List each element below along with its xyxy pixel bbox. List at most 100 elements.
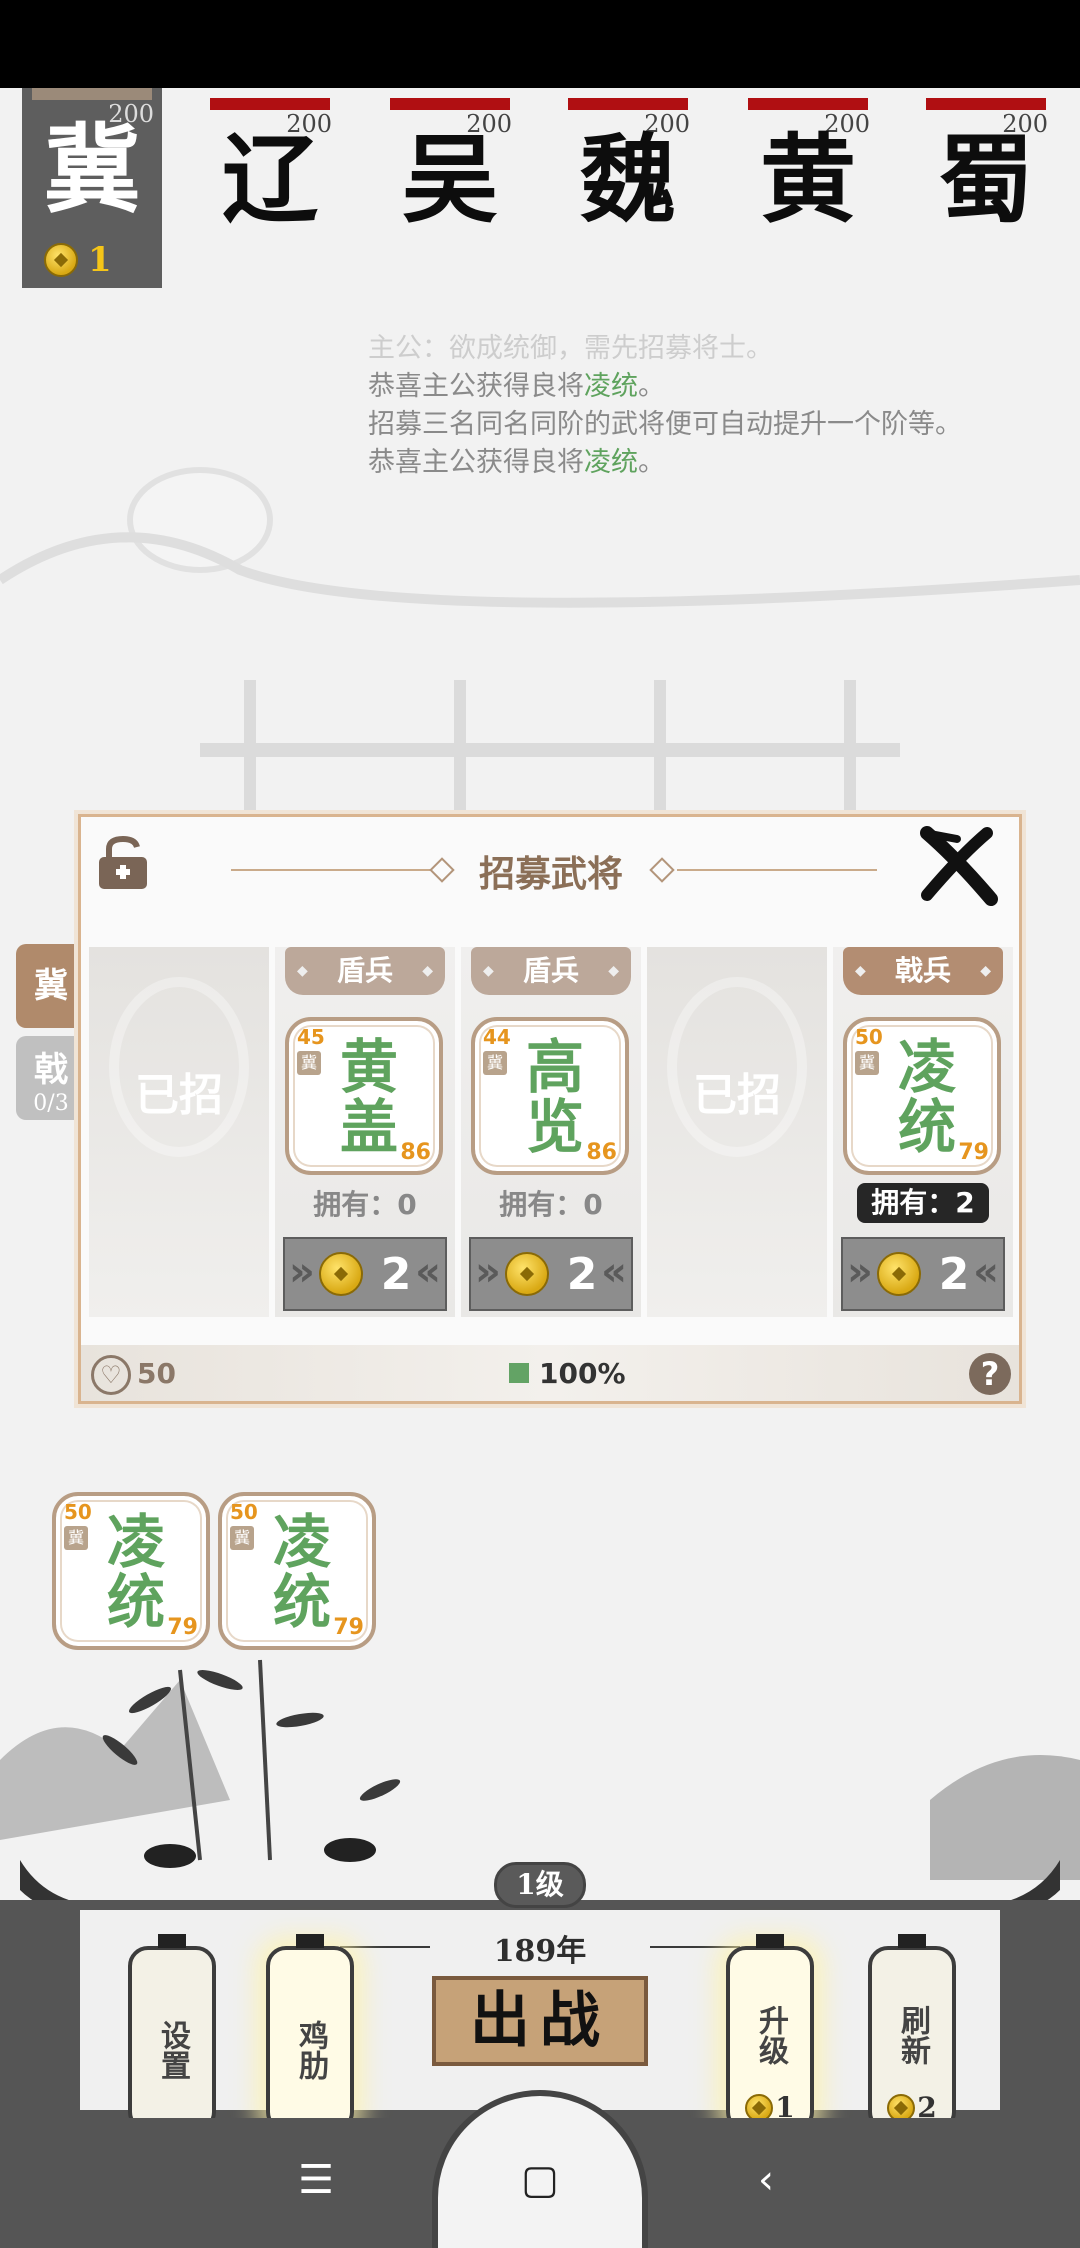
faction-bar: 200 冀 1 200 辽 200 吴 200 魏 200 黄 200 蜀 xyxy=(0,88,1080,298)
general-faction: 冀 xyxy=(855,1051,879,1075)
dialog-header: 招募武将 xyxy=(81,817,1019,937)
faction-tile-wei[interactable]: 200 魏 xyxy=(558,98,698,288)
owned-count: 拥有：2 xyxy=(857,1183,989,1223)
home-icon[interactable]: ▢ xyxy=(510,2150,570,2210)
chicken-rib-button[interactable]: 鸡肋 xyxy=(266,1934,354,2132)
recruit-slot: 盾兵 45 冀 黄盖 86 拥有：0 2 xyxy=(275,947,455,1317)
general-cost: 50 xyxy=(230,1500,258,1524)
upgrade-button[interactable]: 升级 1 xyxy=(726,1934,814,2132)
recruit-button[interactable]: 2 xyxy=(841,1237,1005,1311)
battle-button[interactable]: 出战 xyxy=(432,1976,648,2066)
year-divider xyxy=(340,1946,430,1948)
refresh-button[interactable]: 刷新 2 xyxy=(868,1934,956,2132)
coin-icon xyxy=(318,1252,363,1296)
dialog-title: 招募武将 xyxy=(478,853,623,895)
side-tab-faction[interactable]: 冀 xyxy=(16,944,86,1028)
heart-icon: ♡ xyxy=(91,1355,131,1395)
general-faction: 冀 xyxy=(483,1051,507,1075)
general-name: 凌统 xyxy=(272,1508,331,1636)
title-divider xyxy=(231,869,431,871)
hp-bar xyxy=(390,98,510,110)
recruit-slot-taken: 已招 xyxy=(647,947,827,1317)
owned-count: 拥有：0 xyxy=(313,1188,417,1221)
percent-indicator-icon xyxy=(509,1363,529,1383)
price-value: 2 xyxy=(380,1248,412,1300)
taken-label: 已招 xyxy=(135,1070,223,1121)
general-faction: 冀 xyxy=(64,1526,88,1550)
faction-tile-liao[interactable]: 200 辽 xyxy=(200,98,340,288)
coin-value: 1 xyxy=(88,240,112,280)
chicken-rib-label: 鸡肋 xyxy=(293,2020,328,2080)
general-power: 86 xyxy=(400,1140,431,1165)
general-name: 黄盖 xyxy=(339,1033,398,1161)
general-cost: 45 xyxy=(297,1025,325,1049)
unit-type-banner: 盾兵 xyxy=(471,947,631,995)
hp-bar xyxy=(32,88,152,100)
menu-icon[interactable]: ☰ xyxy=(286,2150,346,2210)
hp-bar xyxy=(748,98,868,110)
faction-tile-huang[interactable]: 200 黄 xyxy=(738,98,878,288)
message-log: 主公：欲成统御，需先招募将士。 恭喜主公获得良将凌统。 招募三名同名同阶的武将便… xyxy=(368,330,1068,482)
general-cost: 44 xyxy=(483,1025,511,1049)
faction-name: 魏 xyxy=(580,123,676,236)
faction-tile-wu[interactable]: 200 吴 xyxy=(380,98,520,288)
log-line: 恭喜主公获得良将凌统。 xyxy=(368,447,665,478)
coin-icon xyxy=(44,243,78,277)
coin-count: 1 xyxy=(44,240,112,280)
coin-icon xyxy=(876,1252,921,1296)
recruit-button[interactable]: 2 xyxy=(283,1237,447,1311)
log-line: 恭喜主公获得良将凌统。 xyxy=(368,371,665,402)
faction-name: 蜀 xyxy=(938,123,1034,236)
year-divider xyxy=(650,1946,740,1948)
lock-icon[interactable] xyxy=(95,835,151,891)
general-cost: 50 xyxy=(64,1500,92,1524)
unit-type-banner: 盾兵 xyxy=(285,947,445,995)
general-name: 凌统 xyxy=(897,1033,956,1161)
faction-tile-ji[interactable]: 200 冀 1 xyxy=(22,88,162,288)
faction-name: 冀 xyxy=(44,113,140,226)
general-faction: 冀 xyxy=(297,1051,321,1075)
level-badge: 1级 xyxy=(494,1862,586,1908)
price-value: 2 xyxy=(938,1248,970,1300)
refresh-label: 刷新 xyxy=(895,2005,930,2065)
faction-name: 辽 xyxy=(222,123,318,236)
hp-bar xyxy=(210,98,330,110)
coin-icon xyxy=(504,1252,549,1296)
faction-tile-shu[interactable]: 200 蜀 xyxy=(916,98,1056,288)
status-bar xyxy=(0,0,1080,88)
hp-bar xyxy=(568,98,688,110)
faction-name: 吴 xyxy=(402,123,498,236)
recruit-slot-taken: 已招 xyxy=(89,947,269,1317)
unit-type-banner: 戟兵 xyxy=(843,947,1003,995)
dialog-footer: ♡ 50 100% ? xyxy=(81,1345,1019,1401)
back-icon[interactable]: ‹ xyxy=(736,2150,796,2210)
diamond-ornament xyxy=(649,857,675,883)
close-icon[interactable] xyxy=(917,825,999,907)
year-label: 189年 xyxy=(493,1934,587,1969)
percent-value: 100% xyxy=(539,1357,626,1390)
log-line: 招募三名同名同阶的武将便可自动提升一个阶等。 xyxy=(368,409,962,440)
general-power: 86 xyxy=(586,1140,617,1165)
help-icon[interactable]: ? xyxy=(969,1353,1011,1395)
side-tab-count: 0/3 xyxy=(33,1091,69,1116)
recruit-slots: 已招 盾兵 45 冀 黄盖 86 拥有：0 2 盾兵 44 冀 高览 xyxy=(89,947,1013,1317)
diamond-ornament xyxy=(429,857,455,883)
bench-general-card[interactable]: 50 冀 凌统 79 xyxy=(52,1492,210,1650)
bench-general-card[interactable]: 50 冀 凌统 79 xyxy=(218,1492,376,1650)
hearts-value: 50 xyxy=(137,1357,176,1390)
side-tab-halberd[interactable]: 戟 0/3 xyxy=(16,1036,86,1120)
price-value: 2 xyxy=(566,1248,598,1300)
settings-label: 设置 xyxy=(155,2020,190,2080)
side-tab-label: 戟 xyxy=(34,1050,68,1090)
general-card[interactable]: 50 冀 凌统 79 xyxy=(843,1017,1001,1175)
recruit-dialog: 招募武将 已招 盾兵 45 冀 黄盖 86 拥有：0 2 xyxy=(78,814,1022,1404)
owned-count: 拥有：0 xyxy=(499,1188,603,1221)
general-card[interactable]: 44 冀 高览 86 xyxy=(471,1017,629,1175)
general-card[interactable]: 45 冀 黄盖 86 xyxy=(285,1017,443,1175)
recruit-slot: 戟兵 50 冀 凌统 79 拥有：2 2 xyxy=(833,947,1013,1317)
faction-name: 黄 xyxy=(760,123,856,236)
recruit-button[interactable]: 2 xyxy=(469,1237,633,1311)
settings-button[interactable]: 设置 xyxy=(128,1934,216,2132)
taken-label: 已招 xyxy=(693,1070,781,1121)
general-power: 79 xyxy=(333,1615,364,1640)
